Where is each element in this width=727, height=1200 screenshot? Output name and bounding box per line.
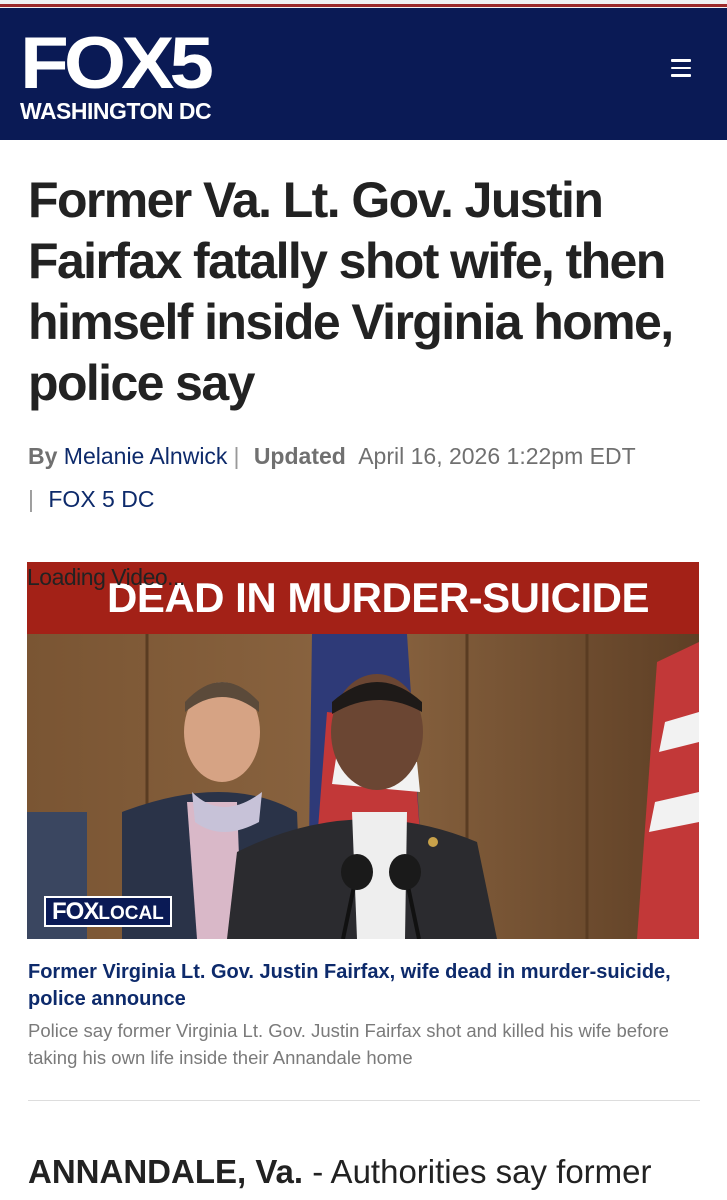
- video-player[interactable]: DEAD IN MURDER-SUICIDE Loading Video... …: [27, 562, 699, 939]
- divider-bar: |: [28, 486, 34, 512]
- byline: By Melanie Alnwick | Updated April 16, 20…: [28, 435, 708, 521]
- article-headline: Former Va. Lt. Gov. Justin Fairfax fatal…: [28, 172, 674, 411]
- author-link[interactable]: Melanie Alnwick: [64, 443, 228, 469]
- loading-video-text: Loading Video...: [27, 564, 185, 590]
- section-divider: [28, 1100, 700, 1101]
- updated-time: April 16, 2026 1:22pm EDT: [358, 443, 636, 469]
- byline-prefix: By: [28, 443, 58, 469]
- hamburger-menu-icon[interactable]: [666, 53, 696, 83]
- fox5-logo[interactable]: FOX5 WASHINGTON DC: [20, 21, 214, 125]
- video-caption-title[interactable]: Former Virginia Lt. Gov. Justin Fairfax,…: [28, 959, 688, 1013]
- dateline: ANNANDALE, Va.: [28, 1153, 304, 1190]
- video-caption-description: Police say former Virginia Lt. Gov. Just…: [28, 1020, 669, 1068]
- browser-top-strip: [0, 0, 727, 8]
- badge-local-text: LOCAL: [98, 903, 164, 924]
- accent-line: [0, 4, 727, 7]
- fox-local-badge: FOXLOCAL: [44, 896, 172, 927]
- logo-main-text: FOX5: [20, 21, 214, 104]
- site-header: FOX5 WASHINGTON DC: [0, 8, 727, 140]
- article-lede: ANNANDALE, Va. - Authorities say former: [28, 1150, 718, 1194]
- badge-fox-text: FOX: [52, 898, 99, 925]
- source-link[interactable]: FOX 5 DC: [48, 486, 154, 512]
- lede-text: - Authorities say former: [303, 1153, 652, 1190]
- updated-label: Updated: [253, 443, 346, 469]
- divider-bar: |: [233, 443, 240, 469]
